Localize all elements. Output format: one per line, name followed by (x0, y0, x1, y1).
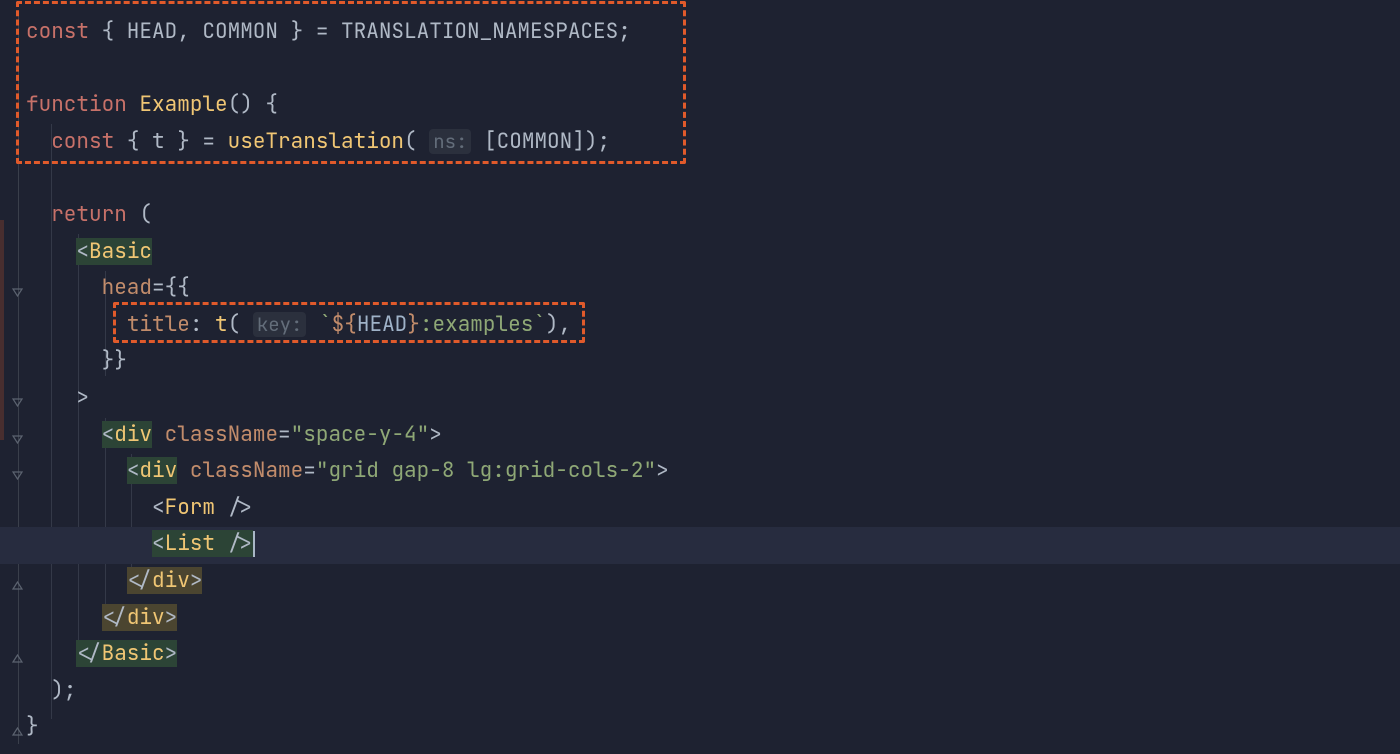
code-line[interactable]: function Example() { (26, 87, 1400, 124)
close: ); (51, 677, 76, 704)
punct: ={{ (152, 274, 190, 301)
destructure: { t } (127, 128, 190, 155)
tag-end: > (165, 604, 178, 631)
code-line[interactable]: const { HEAD, COMMON } = TRANSLATION_NAM… (26, 14, 1400, 51)
jsx-tag: List (165, 530, 215, 557)
gutter (0, 14, 25, 754)
tag-end: > (429, 421, 442, 448)
string: "grid gap-8 lg:grid-cols-2" (316, 457, 656, 484)
code-line[interactable]: head={{ (26, 270, 1400, 307)
code-line[interactable]: const { t } = useTranslation( ns: [COMMO… (26, 124, 1400, 161)
sp (177, 457, 190, 484)
tag-open: </ (102, 604, 127, 631)
sp (152, 421, 165, 448)
tag-open: < (76, 238, 89, 265)
code-line-empty[interactable] (26, 51, 1400, 88)
jsx-attr: head (102, 274, 152, 301)
tag-open: < (102, 421, 115, 448)
code-area[interactable]: const { HEAD, COMMON } = TRANSLATION_NAM… (26, 14, 1400, 746)
template-var: HEAD (357, 311, 407, 338)
code-editor[interactable]: const { HEAD, COMMON } = TRANSLATION_NAM… (0, 0, 1400, 746)
code-line[interactable]: </div> (26, 600, 1400, 637)
jsx-tag: div (139, 457, 177, 484)
keyword-const: const (26, 18, 89, 45)
punct: () { (228, 91, 278, 118)
argument: [COMMON] (484, 128, 585, 155)
self-close: /> (215, 530, 253, 557)
tag-open: < (127, 457, 140, 484)
colon: : (190, 311, 215, 338)
identifier: TRANSLATION_NAMESPACES (341, 18, 618, 45)
tag-open: </ (76, 640, 101, 667)
template-open: ${ (332, 311, 357, 338)
tag-end: > (656, 457, 669, 484)
tag-end: > (76, 384, 89, 411)
template-literal: :examples (420, 311, 533, 338)
caret (253, 531, 255, 557)
close-braces: }} (102, 347, 127, 374)
eq: = (190, 128, 228, 155)
inlay-hint-ns: ns: (429, 129, 471, 154)
jsx-tag: Basic (89, 238, 152, 265)
paren-close: ), (546, 311, 571, 338)
code-line[interactable]: </div> (26, 563, 1400, 600)
eq: = (303, 457, 316, 484)
code-line[interactable]: title: t( key: `${HEAD}:examples`), (26, 307, 1400, 344)
tag-open: < (152, 494, 165, 521)
eq: = (303, 18, 341, 45)
paren-close: ); (585, 128, 610, 155)
code-line-empty[interactable] (26, 160, 1400, 197)
jsx-tag: Form (165, 494, 215, 521)
code-line[interactable]: <List /> (26, 526, 1400, 563)
call: useTranslation (228, 128, 404, 155)
semicolon: ; (618, 18, 631, 45)
prop-title: title (127, 311, 190, 338)
jsx-tag: div (114, 421, 152, 448)
jsx-attr: className (190, 457, 303, 484)
code-line[interactable]: return ( (26, 197, 1400, 234)
code-line[interactable]: <Basic (26, 234, 1400, 271)
paren-open: ( (127, 201, 152, 228)
backtick: ` (319, 311, 332, 338)
code-line[interactable]: <div className="grid gap-8 lg:grid-cols-… (26, 453, 1400, 490)
function-name: Example (139, 91, 227, 118)
eq: = (278, 421, 291, 448)
code-line[interactable]: <div className="space-y-4"> (26, 417, 1400, 454)
inlay-hint-key: key: (253, 312, 307, 337)
jsx-tag: div (152, 567, 190, 594)
tag-open: </ (127, 567, 152, 594)
paren-open: ( (228, 311, 241, 338)
tag-open: < (152, 530, 165, 557)
code-line[interactable]: <Form /> (26, 490, 1400, 527)
self-close: /> (215, 494, 253, 521)
keyword-return: return (51, 201, 127, 228)
destructure: { HEAD, COMMON } (102, 18, 304, 45)
tag-end: > (190, 567, 203, 594)
backtick: ` (533, 311, 546, 338)
tag-end: > (165, 640, 178, 667)
template-close: } (407, 311, 420, 338)
string: "space-y-4" (291, 421, 430, 448)
code-line[interactable]: } (26, 709, 1400, 746)
jsx-tag: Basic (102, 640, 165, 667)
code-line[interactable]: </Basic> (26, 636, 1400, 673)
jsx-tag: div (127, 604, 165, 631)
code-line[interactable]: }} (26, 343, 1400, 380)
close-brace: } (26, 713, 39, 740)
paren-open: ( (404, 128, 417, 155)
jsx-attr: className (165, 421, 278, 448)
code-line[interactable]: ); (26, 673, 1400, 710)
keyword-const: const (51, 128, 114, 155)
code-line[interactable]: > (26, 380, 1400, 417)
keyword-function: function (26, 91, 127, 118)
call: t (215, 311, 228, 338)
